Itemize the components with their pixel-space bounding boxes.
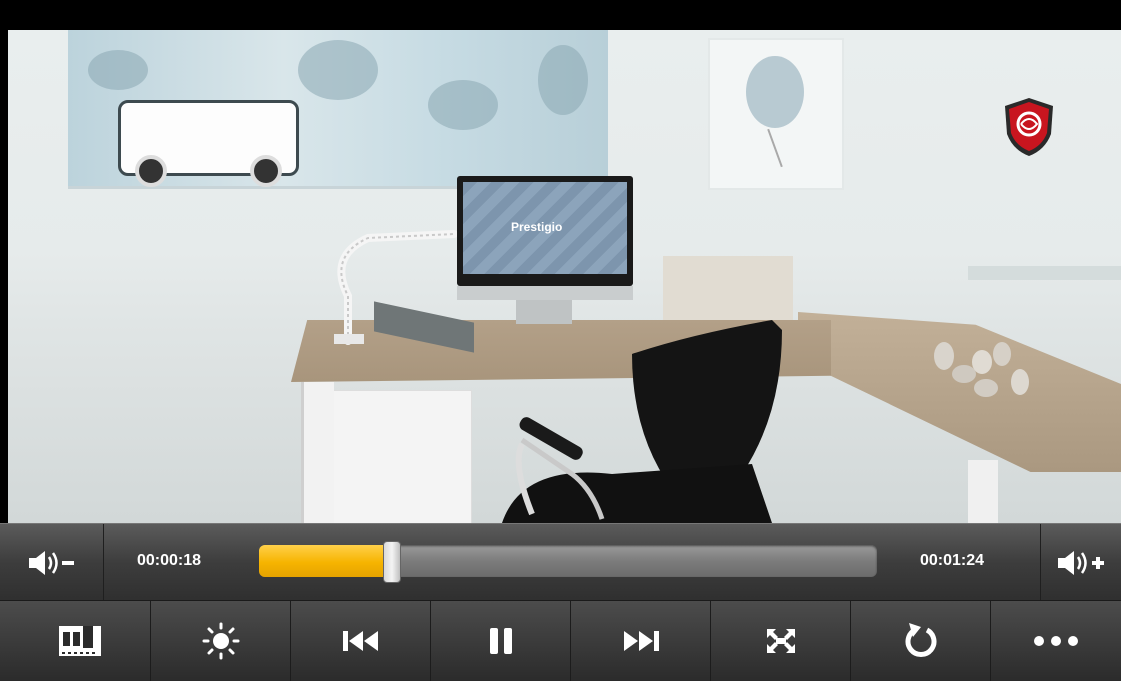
office-chair bbox=[502, 320, 782, 523]
top-black-bar bbox=[0, 0, 1121, 30]
brand-logo-icon bbox=[1005, 98, 1053, 156]
repeat-icon bbox=[905, 623, 936, 658]
total-duration: 00:01:24 bbox=[920, 552, 985, 569]
volume-up-button[interactable] bbox=[1040, 524, 1121, 601]
wall-shelf bbox=[968, 266, 1121, 280]
monitor-screen-text: Prestigio bbox=[511, 220, 563, 234]
pause-icon bbox=[489, 628, 512, 654]
brightness-button[interactable] bbox=[150, 601, 290, 681]
seek-thumb[interactable] bbox=[383, 541, 401, 583]
chapters-button[interactable] bbox=[10, 601, 150, 681]
desk-drawer bbox=[328, 390, 472, 523]
desk-lamp bbox=[334, 230, 458, 345]
chapters-icon bbox=[59, 626, 101, 656]
volume-down-button[interactable] bbox=[0, 524, 104, 601]
next-button[interactable] bbox=[570, 601, 710, 681]
desk-leg bbox=[301, 382, 334, 523]
fullscreen-icon bbox=[766, 629, 795, 653]
more-icon bbox=[1034, 636, 1078, 646]
video-frame[interactable]: Prestigio bbox=[8, 30, 1121, 523]
more-options-button[interactable] bbox=[990, 601, 1121, 681]
playback-progress-bar: 00:00:18 00:01:24 bbox=[0, 523, 1121, 601]
next-icon bbox=[623, 631, 659, 651]
monitor-chin bbox=[457, 286, 633, 300]
player-toolbar bbox=[0, 600, 1121, 681]
brightness-icon bbox=[202, 622, 239, 660]
wall-poster bbox=[68, 30, 608, 189]
imac-monitor: Prestigio bbox=[457, 176, 633, 286]
pause-button[interactable] bbox=[430, 601, 570, 681]
seek-progress-fill bbox=[259, 545, 391, 577]
previous-icon bbox=[342, 631, 378, 651]
desk-leg-right bbox=[968, 460, 998, 523]
fullscreen-button[interactable] bbox=[710, 601, 850, 681]
wall-frame bbox=[708, 38, 844, 190]
repeat-button[interactable] bbox=[850, 601, 990, 681]
volume-down-icon bbox=[28, 550, 74, 575]
volume-up-icon bbox=[1057, 550, 1104, 575]
elapsed-time: 00:00:18 bbox=[137, 552, 202, 569]
previous-button[interactable] bbox=[290, 601, 430, 681]
decor-stones bbox=[934, 342, 1029, 397]
